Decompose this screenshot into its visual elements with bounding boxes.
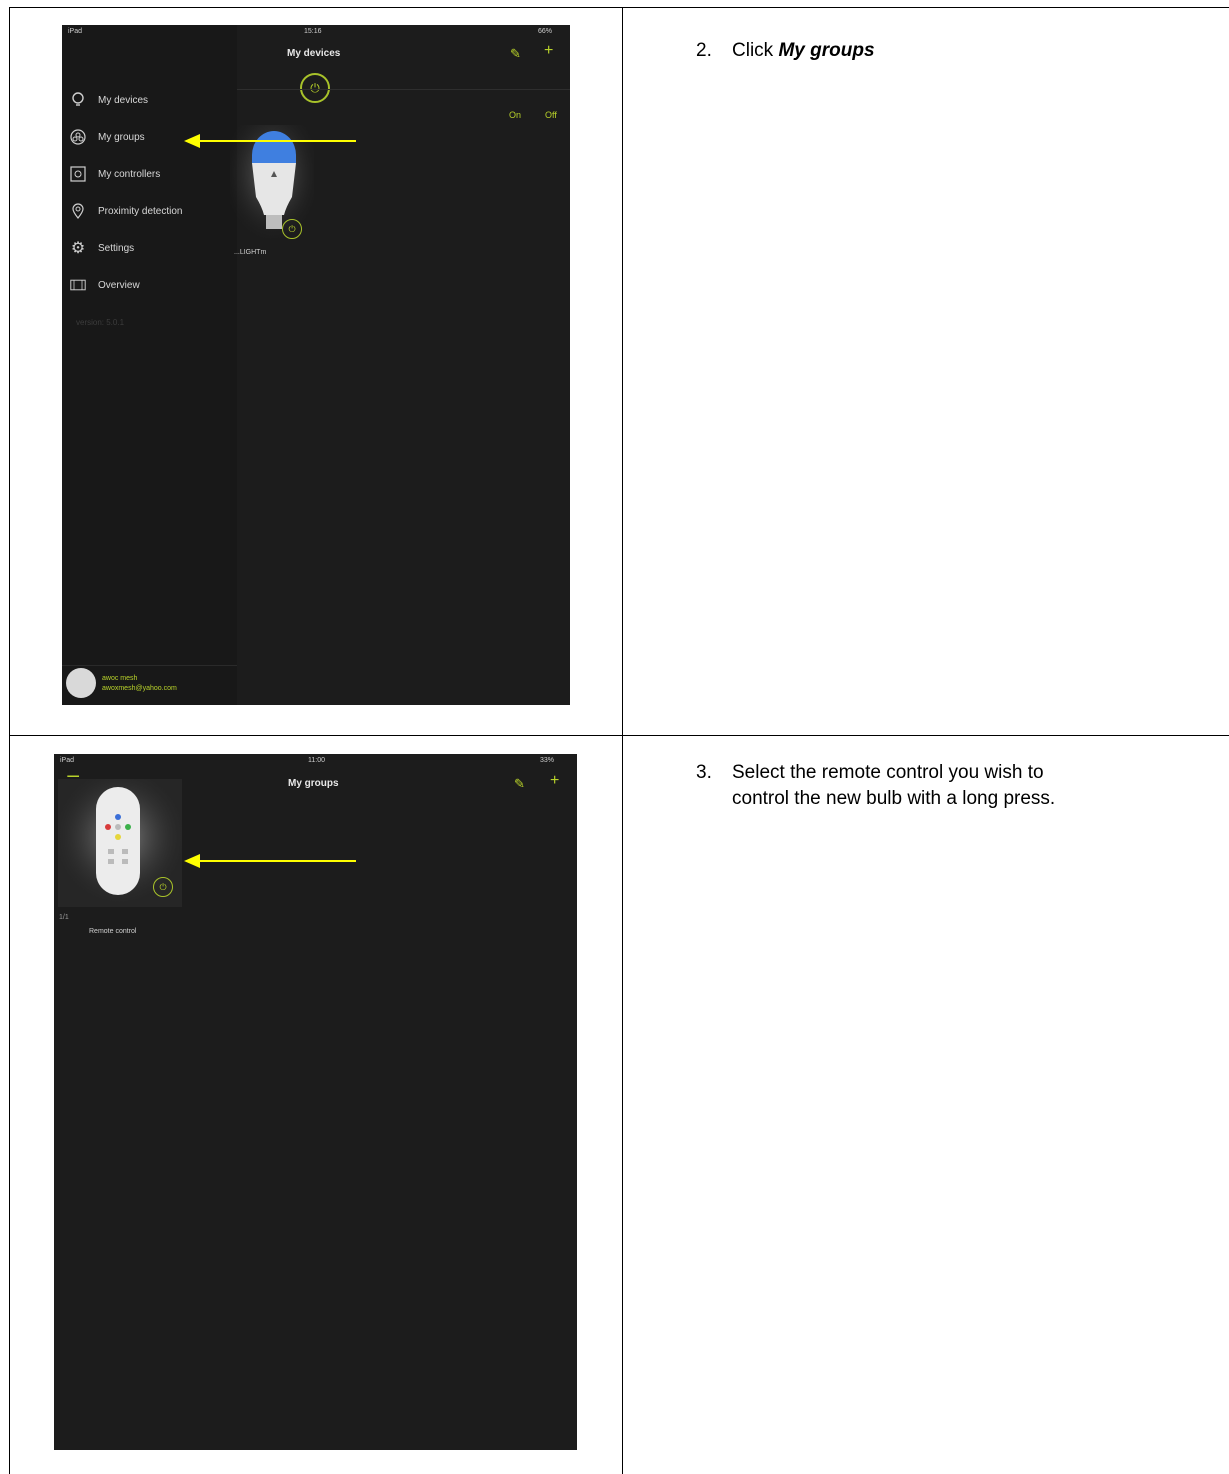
- table-border-middle: [622, 7, 623, 1474]
- add-plus-icon[interactable]: +: [550, 772, 559, 790]
- menu-item-overview[interactable]: Overview: [70, 274, 140, 296]
- header-divider: [237, 89, 570, 90]
- step-3-instruction: 3. Select the remote control you wish to: [696, 760, 1044, 786]
- step-2-number: 2.: [696, 40, 712, 61]
- group-count: 1/1: [59, 914, 69, 921]
- group-power-button[interactable]: ⏻: [153, 877, 173, 897]
- menu-label: My groups: [98, 131, 145, 143]
- controller-icon: [70, 166, 86, 182]
- device-power-button[interactable]: ⏻: [282, 219, 302, 239]
- user-name: awoc mesh: [102, 675, 138, 682]
- menu-label: My devices: [98, 94, 149, 106]
- location-pin-icon: [70, 203, 86, 219]
- app-screenshot-menu: iPad 15:16 66% My devices ✎ + ⏻ On Off M…: [62, 25, 570, 705]
- gear-icon: ⚙: [70, 240, 86, 257]
- group-tile-remote-control[interactable]: ⏻: [58, 779, 182, 907]
- step-2-text: Click: [732, 40, 779, 61]
- pointer-arrow: [184, 854, 356, 868]
- menu-label: My controllers: [98, 168, 161, 180]
- device-label: ...LIGHTm: [234, 249, 267, 256]
- step-3-line-1: Select the remote control you wish to: [732, 762, 1044, 783]
- menu-item-settings[interactable]: ⚙ Settings: [70, 237, 134, 259]
- status-carrier: iPad: [68, 28, 83, 35]
- status-battery: 33%: [540, 757, 555, 764]
- status-time: 11:00: [308, 757, 325, 764]
- power-icon: ⏻: [310, 80, 320, 95]
- table-border-left: [9, 7, 10, 1474]
- menu-item-proximity-detection[interactable]: Proximity detection: [70, 200, 182, 222]
- version-label: version: 5.0.1: [76, 318, 125, 327]
- overview-icon: [70, 277, 86, 293]
- step-3-number: 3.: [696, 762, 712, 783]
- power-icon: ⏻: [159, 881, 167, 892]
- status-carrier: iPad: [60, 757, 75, 764]
- edit-pencil-icon[interactable]: ✎: [510, 46, 521, 62]
- menu-label: Proximity detection: [98, 205, 183, 217]
- step-2-instruction: 2. Click My groups: [696, 38, 875, 64]
- status-time: 15:16: [304, 28, 322, 35]
- menu-label: Settings: [98, 242, 135, 254]
- bulb-outline-icon: [70, 92, 86, 108]
- avatar[interactable]: [66, 668, 96, 698]
- step-3-instruction-cont: control the new bulb with a long press.: [732, 786, 1055, 812]
- table-border-top: [9, 7, 1229, 8]
- menu-item-my-devices[interactable]: My devices: [70, 89, 148, 111]
- user-email: awoxmesh@yahoo.com: [102, 685, 177, 692]
- menu-item-my-groups[interactable]: My groups: [70, 126, 145, 148]
- off-label[interactable]: Off: [545, 110, 557, 120]
- power-icon: ⏻: [288, 223, 296, 234]
- menu-label: Overview: [98, 279, 140, 291]
- edit-pencil-icon[interactable]: ✎: [514, 776, 525, 792]
- groups-icon: [70, 129, 86, 145]
- step-3-line-2: control the new bulb with a long press.: [732, 788, 1056, 809]
- status-battery: 66%: [538, 28, 553, 35]
- app-screenshot-groups: iPad 11:00 33% ☰ My groups ✎ +: [54, 754, 577, 1450]
- screen-title: My devices: [287, 48, 341, 59]
- on-label[interactable]: On: [509, 110, 521, 120]
- screen-title: My groups: [288, 778, 339, 789]
- master-power-button[interactable]: ⏻: [300, 73, 330, 103]
- step-2-emphasis: My groups: [778, 40, 875, 61]
- add-plus-icon[interactable]: +: [544, 42, 553, 60]
- pointer-arrow: [184, 134, 356, 148]
- menu-item-my-controllers[interactable]: My controllers: [70, 163, 160, 185]
- table-row-divider: [9, 735, 1229, 736]
- group-label: Remote control: [89, 928, 137, 935]
